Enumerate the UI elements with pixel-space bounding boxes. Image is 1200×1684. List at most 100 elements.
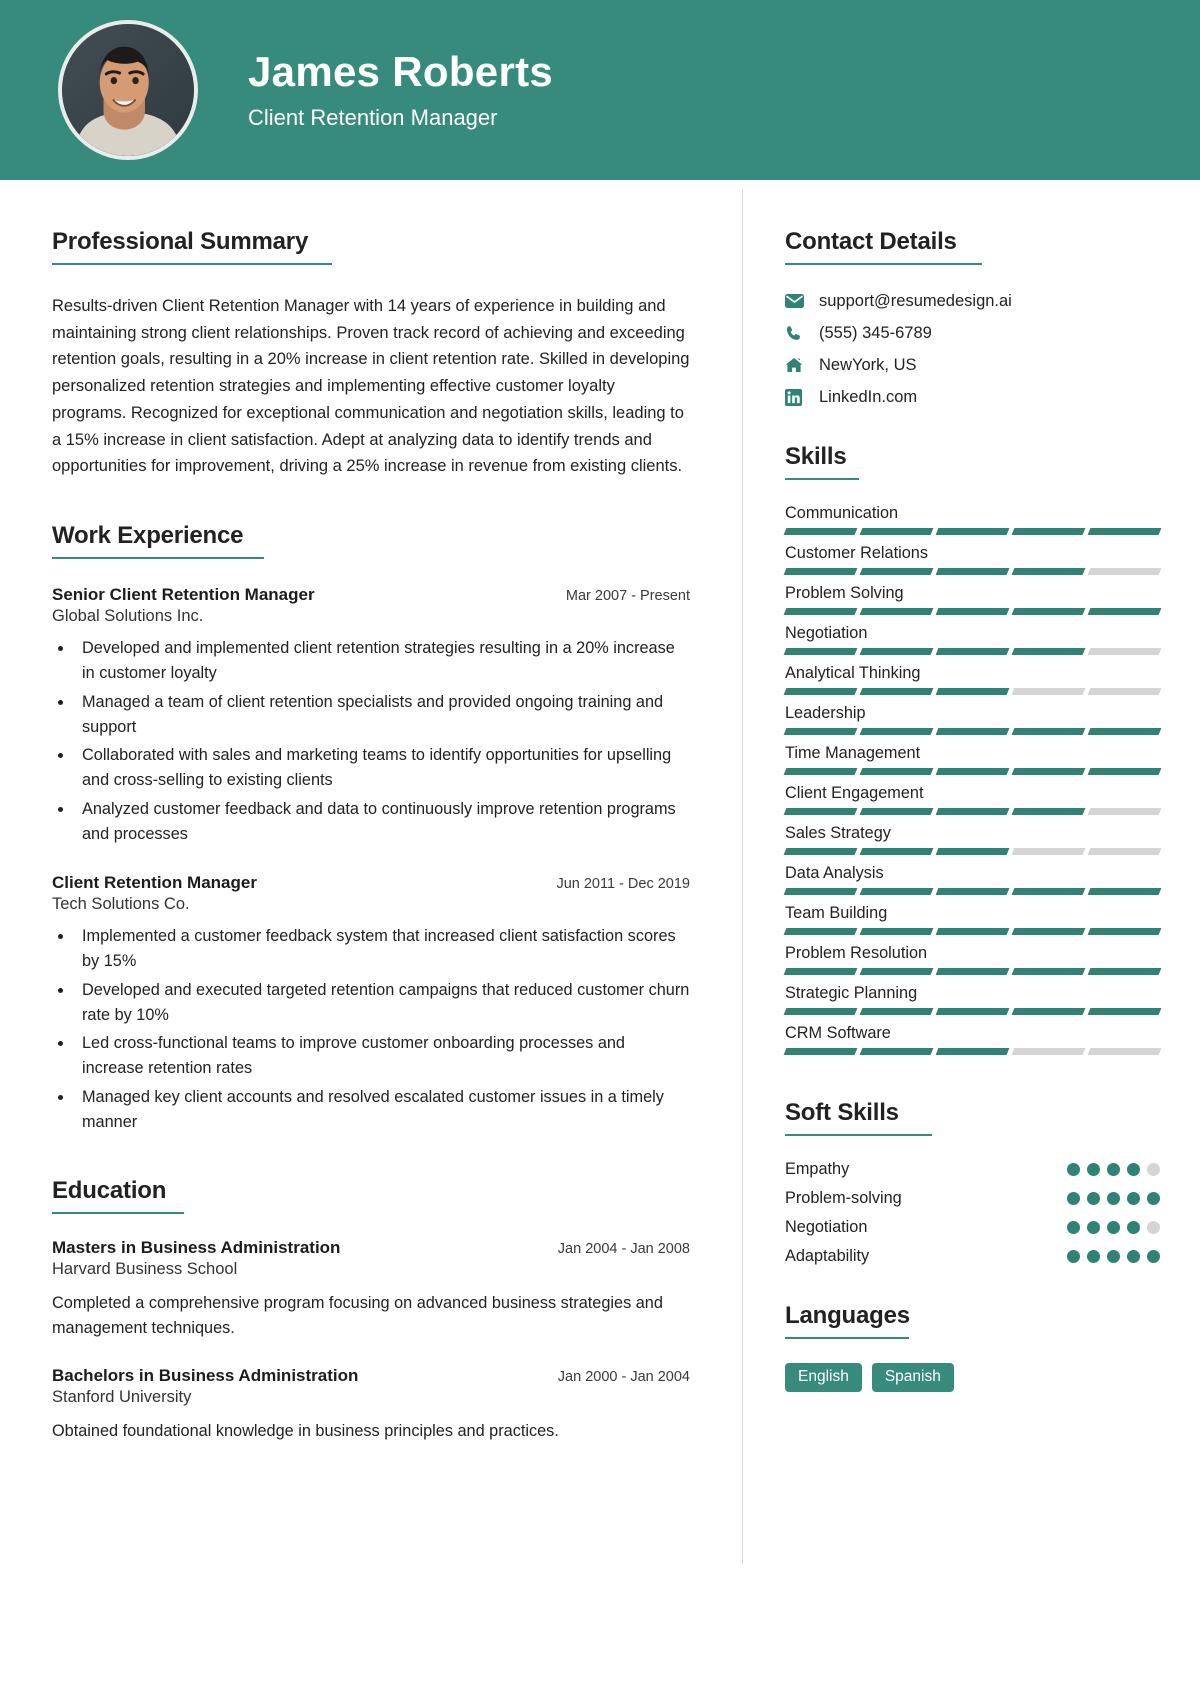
skill-bar-segment [1011, 1008, 1086, 1015]
soft-skill-rating [1067, 1192, 1160, 1205]
skill-name: Strategic Planning [785, 984, 918, 1002]
skill-bar-segment [859, 648, 934, 655]
contact-value: support@resumedesign.ai [819, 291, 1012, 310]
skill-item: Strategic Planning [783, 984, 1162, 1015]
skill-bar-segment [1087, 568, 1162, 575]
education-entry: Masters in Business Administration Jan 20… [52, 1238, 690, 1342]
section-professional-summary: Professional Summary Results-driven Clie… [52, 228, 690, 480]
skill-item: Sales Strategy [783, 824, 1162, 855]
skill-level-bar [783, 528, 1162, 535]
languages-list: English Spanish [785, 1363, 1160, 1392]
soft-skill-row: Negotiation [785, 1218, 1160, 1237]
education-school: Stanford University [52, 1387, 192, 1406]
skill-bar-segment [783, 568, 858, 575]
skill-bar-segment [1087, 808, 1162, 815]
skill-bar-segment [783, 728, 858, 735]
rating-dot [1087, 1192, 1100, 1205]
skill-bar-segment [1011, 808, 1086, 815]
right-column: Contact Details support@resumedesign.ai (… [743, 180, 1200, 1684]
rating-dot [1067, 1192, 1080, 1205]
skill-bar-segment [1011, 888, 1086, 895]
skill-bar-segment [783, 1008, 858, 1015]
section-title-education: Education [52, 1177, 167, 1205]
rating-dot [1087, 1163, 1100, 1176]
summary-text: Results-driven Client Retention Manager … [52, 297, 690, 476]
skill-bar-segment [859, 608, 934, 615]
contact-value: (555) 345-6789 [819, 323, 932, 342]
skill-bar-segment [783, 808, 858, 815]
linkedin-icon [785, 387, 811, 407]
rating-dot [1087, 1250, 1100, 1263]
jobs-container: Senior Client Retention Manager Mar 2007 … [52, 585, 690, 1135]
skill-name: Data Analysis [785, 864, 884, 882]
skill-bar-segment [1087, 528, 1162, 535]
skill-level-bar [783, 968, 1162, 975]
job-bullet: Analyzed customer feedback and data to c… [74, 797, 690, 848]
skill-bar-segment [783, 648, 858, 655]
rating-dot [1147, 1250, 1160, 1263]
skills-list: Communication Customer Relations Problem S… [783, 504, 1162, 1055]
skill-bar-segment [1087, 848, 1162, 855]
rating-dot [1147, 1221, 1160, 1234]
skill-bar-segment [1087, 688, 1162, 695]
skill-bar-segment [783, 1048, 858, 1055]
skill-bar-segment [1011, 848, 1086, 855]
skill-bar-segment [859, 728, 934, 735]
skill-bar-segment [935, 808, 1010, 815]
skill-level-bar [783, 1008, 1162, 1015]
skill-bar-segment [859, 848, 934, 855]
skill-bar-segment [1087, 888, 1162, 895]
skill-level-bar [783, 808, 1162, 815]
rating-dot [1127, 1192, 1140, 1205]
rating-dot [1147, 1163, 1160, 1176]
phone-icon [785, 323, 811, 343]
rating-dot [1087, 1221, 1100, 1234]
education-entry: Bachelors in Business Administration Jan … [52, 1366, 690, 1444]
contact-row[interactable]: support@resumedesign.ai [785, 291, 1160, 311]
skill-item: Problem Solving [783, 584, 1162, 615]
job-bullet: Implemented a customer feedback system t… [74, 924, 690, 975]
language-chip[interactable]: Spanish [871, 1363, 954, 1392]
education-description: Completed a comprehensive program focusi… [52, 1294, 663, 1338]
job-header: Client Retention Manager Jun 2011 - Dec 2… [52, 873, 690, 893]
skill-level-bar [783, 728, 1162, 735]
rating-dot [1107, 1192, 1120, 1205]
contact-row[interactable]: LinkedIn.com [785, 387, 1160, 407]
skill-name: Communication [785, 504, 899, 522]
home-icon [785, 355, 811, 375]
skill-bar-segment [859, 568, 934, 575]
skill-bar-segment [859, 968, 934, 975]
job-bullet: Collaborated with sales and marketing te… [74, 743, 690, 794]
contact-row[interactable]: (555) 345-6789 [785, 323, 1160, 343]
skill-bar-segment [935, 968, 1010, 975]
skill-bar-segment [859, 888, 934, 895]
skill-bar-segment [859, 1048, 934, 1055]
skill-bar-segment [1087, 928, 1162, 935]
skill-level-bar [783, 848, 1162, 855]
header-text-block: James Roberts Client Retention Manager [248, 48, 553, 131]
section-rule [52, 263, 332, 265]
skill-bar-segment [1011, 568, 1086, 575]
section-rule [785, 1337, 909, 1339]
education-school: Harvard Business School [52, 1260, 238, 1279]
skill-item: Time Management [783, 744, 1162, 775]
skill-bar-segment [1011, 728, 1086, 735]
skill-bar-segment [935, 768, 1010, 775]
rating-dot [1107, 1250, 1120, 1263]
education-degree: Bachelors in Business Administration [52, 1365, 359, 1385]
rating-dot [1147, 1192, 1160, 1205]
job-company: Global Solutions Inc. [52, 607, 204, 626]
job-company: Tech Solutions Co. [52, 895, 190, 914]
skill-bar-segment [783, 688, 858, 695]
language-chip[interactable]: English [785, 1363, 862, 1392]
skill-name: Negotiation [785, 624, 868, 642]
contact-row[interactable]: NewYork, US [785, 355, 1160, 375]
section-rule [785, 478, 859, 480]
skill-bar-segment [859, 1008, 934, 1015]
job-header: Senior Client Retention Manager Mar 2007 … [52, 585, 690, 605]
job-bullet-list: Developed and implemented client retenti… [74, 636, 690, 847]
skill-item: CRM Software [783, 1024, 1162, 1055]
skill-level-bar [783, 688, 1162, 695]
section-soft-skills: Soft Skills Empathy Problem-solving Negoti… [785, 1099, 1160, 1266]
skill-name: Leadership [785, 704, 866, 722]
